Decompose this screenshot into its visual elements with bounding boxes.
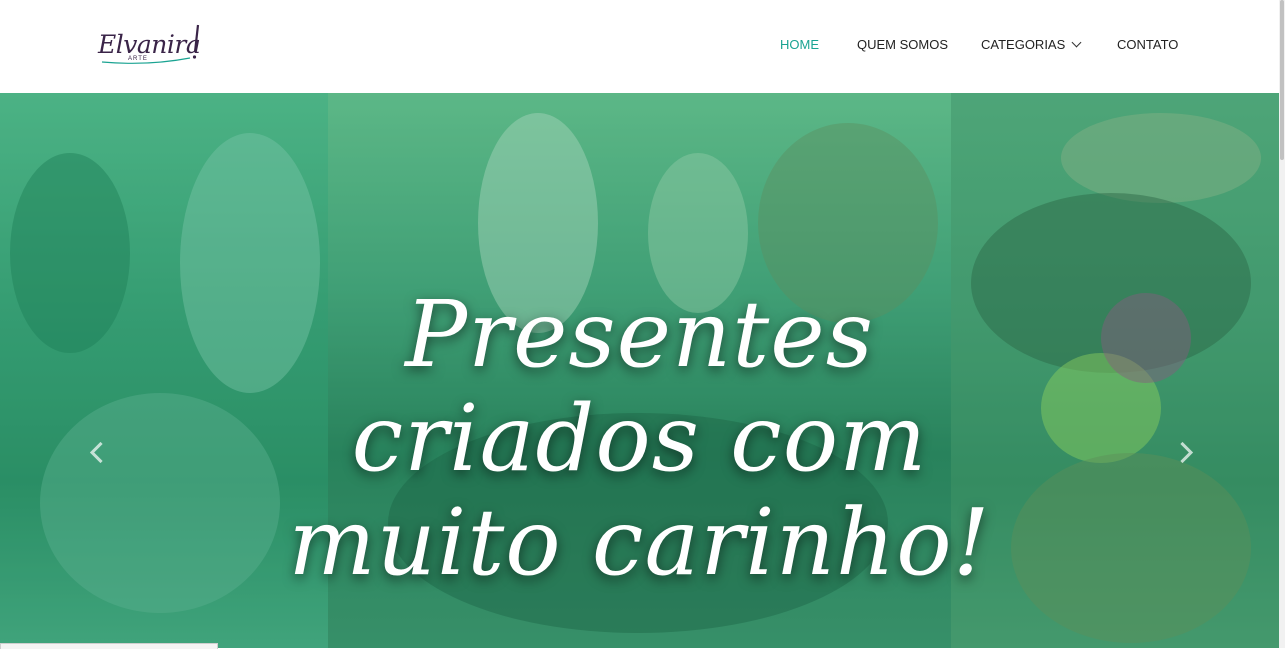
nav-home[interactable]: HOME xyxy=(780,37,819,53)
scrollbar-thumb[interactable] xyxy=(1280,0,1284,160)
site-header: Elvanira ARTE HOME QUEM SOMOS CATEGORIAS… xyxy=(0,0,1279,93)
nav-contato[interactable]: CONTATO xyxy=(1117,37,1178,53)
chevron-down-icon xyxy=(1071,37,1082,48)
hero-headline-line2: criados com xyxy=(351,385,928,492)
nav-categorias-label: CATEGORIAS xyxy=(981,37,1066,52)
nav-quem-somos[interactable]: QUEM SOMOS xyxy=(857,37,948,53)
nav-categorias[interactable]: CATEGORIAS xyxy=(981,37,1082,53)
hero-headline-line1: Presentes xyxy=(405,281,874,388)
hero-carousel: Presentes criados com muito carinho! xyxy=(0,93,1279,648)
hero-headline: Presentes criados com muito carinho! xyxy=(0,283,1279,595)
hero-headline-line3: muito carinho! xyxy=(288,489,991,596)
main-nav: HOME QUEM SOMOS CATEGORIAS CONTATO xyxy=(0,37,1279,57)
cookie-banner-tab[interactable] xyxy=(0,643,218,649)
